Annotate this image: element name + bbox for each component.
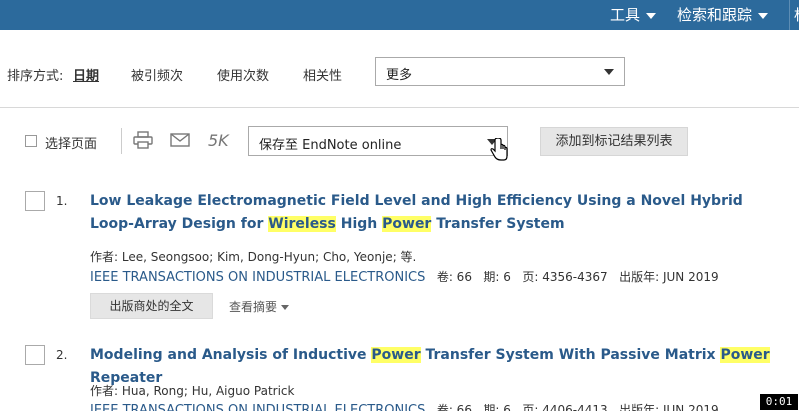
record-checkbox[interactable]: [25, 191, 45, 211]
pages: 页: 4356-4367: [522, 270, 608, 284]
sort-label: 排序方式:: [7, 69, 64, 84]
sort-option-citations[interactable]: 被引频次: [131, 65, 183, 84]
print-icon[interactable]: [133, 131, 153, 149]
record-number: 2.: [56, 348, 68, 362]
sort-bar: 排序方式: 日期 被引频次 使用次数 相关性 更多: [0, 57, 799, 89]
record-title[interactable]: Low Leakage Electromagnetic Field Level …: [90, 190, 790, 236]
sort-more-label: 更多: [386, 68, 413, 83]
top-nav-bar: 工具 检索和跟踪 标: [0, 0, 799, 30]
select-page-label: 选择页面: [45, 137, 98, 152]
save-to-label: 保存至 EndNote online: [259, 138, 402, 153]
nav-search-tracking-label: 检索和跟踪: [677, 6, 753, 24]
record-number: 1.: [56, 194, 68, 208]
authors-list[interactable]: Hua, Rong; Hu, Aiguo Patrick: [122, 384, 295, 398]
email-icon[interactable]: [170, 133, 190, 147]
record-checkbox[interactable]: [25, 345, 45, 365]
title-highlight: Power: [382, 216, 432, 232]
title-part: High: [335, 216, 383, 232]
title-part: Transfer System: [431, 216, 565, 232]
toolbar-divider: [121, 128, 122, 154]
view-abstract-label: 查看摘要: [229, 300, 278, 314]
volume: 卷: 66: [436, 270, 472, 284]
export-limit-label[interactable]: 5K: [208, 131, 229, 150]
chevron-down-icon: [281, 305, 290, 310]
authors-list[interactable]: Lee, Seongsoo; Kim, Dong-Hyun; Cho, Yeon…: [122, 250, 417, 264]
authors-label: 作者:: [90, 250, 119, 264]
title-part: Transfer System With Passive Matrix: [420, 347, 721, 363]
title-highlight: Wireless: [268, 216, 336, 232]
nav-tools-menu[interactable]: 工具: [610, 4, 657, 25]
view-abstract-link[interactable]: 查看摘要: [229, 298, 290, 315]
save-to-select[interactable]: 保存至 EndNote online: [248, 126, 508, 156]
hand-cursor-icon: [490, 138, 508, 161]
select-page-checkbox[interactable]: [25, 135, 37, 147]
journal-link[interactable]: IEEE TRANSACTIONS ON INDUSTRIAL ELECTRON…: [90, 270, 425, 285]
pages: 页: 4406-4413: [522, 403, 608, 411]
journal-link[interactable]: IEEE TRANSACTIONS ON INDUSTRIAL ELECTRON…: [90, 403, 425, 411]
sort-option-usage[interactable]: 使用次数: [217, 65, 269, 84]
record-authors: 作者: Hua, Rong; Hu, Aiguo Patrick: [90, 382, 294, 399]
record-source: IEEE TRANSACTIONS ON INDUSTRIAL ELECTRON…: [90, 268, 719, 285]
nav-tools-label: 工具: [610, 6, 641, 24]
title-highlight: Power: [720, 347, 770, 363]
chevron-down-icon: [758, 12, 769, 19]
title-part: Modeling and Analysis of Inductive: [90, 347, 372, 363]
pub-date: 出版年: JUN 2019: [619, 403, 719, 411]
timer-badge: 0:01: [760, 394, 798, 410]
record-authors: 作者: Lee, Seongsoo; Kim, Dong-Hyun; Cho, …: [90, 248, 416, 265]
add-to-marked-list-button[interactable]: 添加到标记结果列表: [540, 127, 688, 156]
record-source: IEEE TRANSACTIONS ON INDUSTRIAL ELECTRON…: [90, 401, 719, 411]
issue: 期: 6: [483, 270, 511, 284]
nav-search-tracking-menu[interactable]: 检索和跟踪: [677, 4, 769, 25]
title-highlight: Power: [371, 347, 421, 363]
authors-label: 作者:: [90, 384, 119, 398]
sort-option-date[interactable]: 日期: [73, 65, 99, 84]
pub-date: 出版年: JUN 2019: [619, 270, 719, 284]
volume: 卷: 66: [436, 403, 472, 411]
sort-option-relevance[interactable]: 相关性: [303, 65, 342, 84]
divider: [0, 107, 799, 108]
nav-cut-item[interactable]: 标: [794, 4, 799, 25]
chevron-down-icon: [646, 12, 657, 19]
sort-more-select[interactable]: 更多: [375, 57, 625, 86]
chevron-down-icon: [604, 69, 614, 75]
publisher-fulltext-button[interactable]: 出版商处的全文: [90, 293, 213, 319]
nav-divider: [789, 0, 790, 30]
issue: 期: 6: [483, 403, 511, 411]
